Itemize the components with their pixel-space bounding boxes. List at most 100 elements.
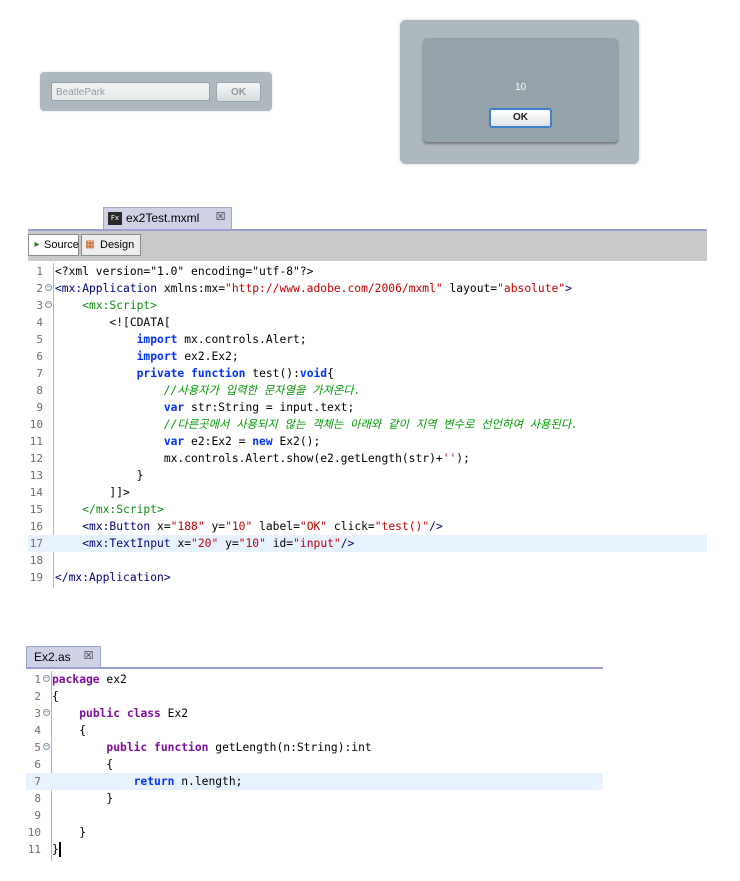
code-text: <?xml version="1.0" encoding="utf-8"?> [55,265,314,278]
code-line[interactable]: 16 <mx:Button x="188" y="10" label="OK" … [28,518,707,535]
line-number: 13 [29,469,43,482]
line-number: 2 [34,690,41,703]
line-number: 5 [34,741,41,754]
line-number: 11 [29,435,43,448]
code-text: } [55,469,144,482]
code-line[interactable]: 5 import mx.controls.Alert; [28,331,707,348]
tab-ex2-as[interactable]: Ex2.as ☒ [26,646,101,668]
code-text: <mx:Application xmlns:mx="http://www.ado… [55,282,572,295]
code-line[interactable]: 2− <mx:Application xmlns:mx="http://www.a… [28,280,707,297]
code-line[interactable]: 7 private function test():void{ [28,365,707,382]
code-text: mx.controls.Alert.show(e2.getLength(str)… [55,452,470,465]
source-mode-button[interactable]: ▸ Source [28,234,79,256]
line-number: 8 [36,384,43,397]
code-text: </mx:Application> [55,571,171,584]
name-input[interactable]: BeatlePark [51,82,210,101]
code-text: public function getLength(n:String):int [106,741,372,754]
code-text: //다른곳에서 사용되지 않는 객체는 아래와 같이 지역 변수로 선언하여 사… [163,418,579,431]
code-line[interactable]: 18 [28,552,707,569]
code-line[interactable]: 9 [26,807,603,824]
code-line[interactable]: 14 ]]> [28,484,707,501]
source-icon: ▸ [34,239,40,250]
fold-toggle-icon[interactable]: − [43,709,50,716]
line-number: 14 [29,486,43,499]
code-line[interactable]: 4 { [26,722,603,739]
design-mode-button[interactable]: ▦ Design [81,234,141,256]
code-line[interactable]: 10 //다른곳에서 사용되지 않는 객체는 아래와 같이 지역 변수로 선언하… [28,416,707,433]
fold-toggle-icon[interactable]: − [43,675,50,682]
code-text: <mx:Button x="188" y="10" label="OK" cli… [82,520,443,533]
code-line[interactable]: 5− public function getLength(n:String):i… [26,739,603,756]
code-text: } [52,792,114,805]
code-text: } [52,826,87,839]
code-line[interactable]: 2{ [26,688,603,705]
code-line[interactable]: 7 return n.length; [26,773,603,790]
code-line[interactable]: 3− public class Ex2 [26,705,603,722]
alert-message: 10 [514,82,527,93]
code-line[interactable]: 1 <?xml version="1.0" encoding="utf-8"?> [28,263,707,280]
tab-label: ex2Test.mxml [126,211,200,225]
code-line[interactable]: 17 <mx:TextInput x="20" y="10" id="input… [28,535,707,552]
code-line[interactable]: 3− <mx:Script> [28,297,707,314]
alert-ok-button[interactable]: OK [489,108,552,128]
code-line[interactable]: 9 var str:String = input.text; [28,399,707,416]
line-number: 3 [34,707,41,720]
line-number: 15 [29,503,43,516]
line-number: 3 [36,299,43,312]
login-app-panel: BeatlePark OK [40,72,272,111]
line-number: 9 [36,401,43,414]
code-text: ]]> [55,486,130,499]
code-text: <![CDATA[ [55,316,171,329]
code-text: { [52,690,59,703]
tab-underline [26,667,603,669]
code-text: { [52,724,87,737]
code-line[interactable]: 1− package ex2 [26,671,603,688]
code-line[interactable]: 10 } [26,824,603,841]
tab-label: Ex2.as [34,650,71,664]
code-text: private function test():void{ [136,367,334,380]
as-code-editor[interactable]: 1− package ex2 2{3− public class Ex2 4 {5− … [26,671,603,861]
line-number: 6 [36,350,43,363]
design-label: Design [100,239,135,251]
fold-toggle-icon[interactable]: − [45,284,52,291]
fold-toggle-icon[interactable]: − [45,301,52,308]
code-line[interactable]: 8 } [26,790,603,807]
code-text: } [52,843,59,856]
line-number: 8 [34,792,41,805]
line-number: 5 [36,333,43,346]
code-line[interactable]: 4 <![CDATA[ [28,314,707,331]
code-line[interactable]: 19 </mx:Application> [28,569,707,586]
mxml-code-editor[interactable]: 1 <?xml version="1.0" encoding="utf-8"?> 2… [28,263,707,593]
line-number: 7 [36,367,43,380]
code-line[interactable]: 11 var e2:Ex2 = new Ex2(); [28,433,707,450]
code-line[interactable]: 12 mx.controls.Alert.show(e2.getLength(s… [28,450,707,467]
ok-button[interactable]: OK [216,82,261,102]
code-line[interactable]: 6 import ex2.Ex2; [28,348,707,365]
code-line[interactable]: 8 //사용자가 입력한 문자열을 가져온다. [28,382,707,399]
code-line[interactable]: 13 } [28,467,707,484]
close-icon[interactable]: ☒ [215,212,226,223]
line-number: 7 [34,775,41,788]
mxml-file-icon: Fx [108,212,122,225]
fold-toggle-icon[interactable]: − [43,743,50,750]
line-number: 1 [36,265,43,278]
close-icon[interactable]: ☒ [83,651,94,662]
line-number: 12 [29,452,43,465]
text-caret [59,842,61,857]
code-text: package ex2 [52,673,127,686]
source-label: Source [44,239,79,251]
code-line[interactable]: 6 { [26,756,603,773]
line-number: 18 [29,554,43,567]
code-line[interactable]: 15 </mx:Script> [28,501,707,518]
tab-ex2test-mxml[interactable]: Fx ex2Test.mxml ☒ [103,207,232,229]
line-number: 4 [34,724,41,737]
code-text: //사용자가 입력한 문자열을 가져온다. [163,384,361,397]
code-text: <mx:TextInput x="20" y="10" id="input"/> [82,537,355,550]
code-line[interactable]: 11} [26,841,603,858]
code-text: import ex2.Ex2; [136,350,239,363]
line-number: 2 [36,282,43,295]
alert-app-panel: 10 OK [400,20,639,164]
alert-dialog: 10 OK [423,38,618,142]
code-text: { [52,758,114,771]
line-number: 1 [34,673,41,686]
